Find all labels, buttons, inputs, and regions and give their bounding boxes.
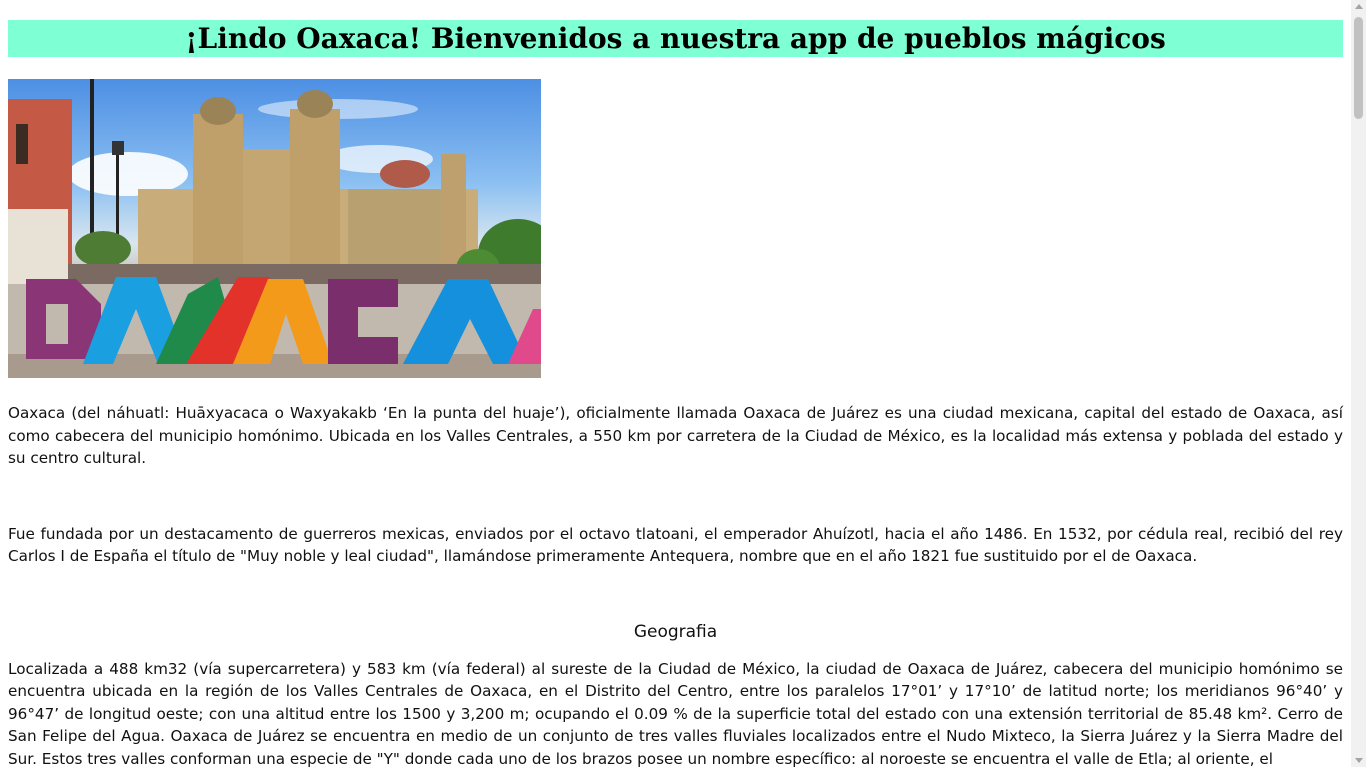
page-content: ¡Lindo Oaxaca! Bienvenidos a nuestra app… xyxy=(8,0,1343,770)
vertical-scrollbar[interactable] xyxy=(1351,0,1366,767)
scroll-up-arrow-icon[interactable] xyxy=(1355,4,1363,9)
oaxaca-hero-image xyxy=(8,79,541,378)
page-title: ¡Lindo Oaxaca! Bienvenidos a nuestra app… xyxy=(185,20,1165,57)
history-paragraph: Fue fundada por un destacamento de guerr… xyxy=(8,523,1343,568)
scroll-down-arrow-icon[interactable] xyxy=(1355,758,1363,763)
intro-paragraph: Oaxaca (del náhuatl: Huāxyacaca o Waxyak… xyxy=(8,402,1343,470)
hero-illustration xyxy=(8,79,541,378)
header-banner: ¡Lindo Oaxaca! Bienvenidos a nuestra app… xyxy=(8,20,1343,57)
section-title-geografia: Geografia xyxy=(8,620,1343,644)
geography-paragraph: Localizada a 488 km32 (vía supercarreter… xyxy=(8,658,1343,770)
scrollbar-thumb[interactable] xyxy=(1354,17,1363,119)
